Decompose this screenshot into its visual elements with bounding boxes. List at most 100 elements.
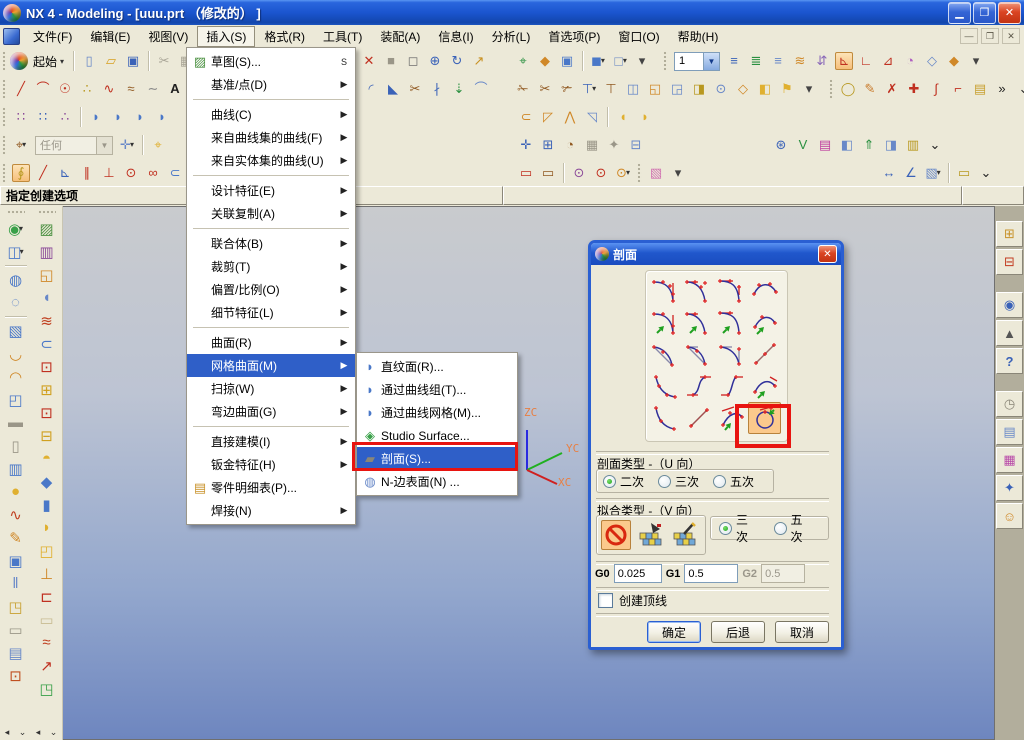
tangent-circle-icon[interactable]: ⊙ xyxy=(122,164,140,182)
lasso-icon[interactable]: ◯ xyxy=(839,80,857,98)
corner-sheet-icon[interactable]: ◰ xyxy=(36,540,58,561)
fit-tangents-button[interactable] xyxy=(669,520,699,550)
assembly-navigator-button[interactable]: ⊞ xyxy=(996,221,1023,247)
sphere-feature-icon[interactable]: ● xyxy=(5,481,27,502)
menu-item-3[interactable]: ◗ 通过曲线网格(M)... xyxy=(357,401,517,424)
polyline-icon[interactable]: ∼ xyxy=(144,80,162,98)
sheet-diamond-icon[interactable]: ◇ xyxy=(734,80,752,98)
wireframe-view-icon[interactable]: ◻ ▾ xyxy=(611,52,629,70)
dialog-titlebar[interactable]: 剖面 ✕ xyxy=(591,243,841,265)
revolve-surface-icon[interactable]: ⊂ xyxy=(517,108,535,126)
section-type-cell-fil2a[interactable] xyxy=(682,306,715,338)
offset-shell-1-icon[interactable]: ◖ xyxy=(614,108,632,126)
toolbar-grip[interactable] xyxy=(2,51,7,71)
trim-recoat-2-icon[interactable]: ✂ xyxy=(536,80,554,98)
menubar-item-8[interactable]: 信息(I) xyxy=(429,26,482,47)
sheet-corner-icon[interactable]: ◱ xyxy=(646,80,664,98)
section-type-cell-arctopa[interactable] xyxy=(715,402,748,434)
menubar-item-12[interactable]: 帮助(H) xyxy=(669,26,728,47)
g1-input[interactable] xyxy=(684,564,739,583)
customize-button[interactable]: ✦ xyxy=(996,475,1023,501)
menu-item-17[interactable]: 网格曲面(M) ▶ xyxy=(187,354,355,377)
expand-down-icon[interactable]: ⌄ xyxy=(1015,80,1024,98)
line-icon[interactable]: ╱ xyxy=(12,80,30,98)
face-shading-icon[interactable]: ◧ xyxy=(838,136,856,154)
tutorials-button[interactable]: ▲ xyxy=(996,320,1023,346)
datum-plane-icon[interactable]: ▥ xyxy=(36,241,58,262)
arrow-tool-icon[interactable]: ↗ xyxy=(36,655,58,676)
sheet-half-icon[interactable]: ◧ xyxy=(756,80,774,98)
menu-item-4[interactable]: 曲线(C) ▶ xyxy=(187,103,355,126)
ok-button[interactable]: 确定 xyxy=(647,621,701,643)
new-part-icon[interactable]: ▯ xyxy=(80,52,98,70)
pocket-feature-icon[interactable]: ◱ xyxy=(36,264,58,285)
menubar-item-4[interactable]: 插入(S) xyxy=(197,25,256,47)
bridge-curve-icon[interactable]: ⌒ xyxy=(472,80,490,98)
studio-spline-icon[interactable]: ≈ xyxy=(122,80,140,98)
create-apex-checkbox[interactable] xyxy=(598,593,613,608)
menu-item-4[interactable]: ◈ Studio Surface... xyxy=(357,424,517,447)
fit-type-option-2[interactable]: 五次 xyxy=(773,511,815,545)
toolbar-grip[interactable] xyxy=(2,107,7,127)
more-options-icon[interactable]: ▾ xyxy=(800,80,818,98)
menu-item-5[interactable]: 来自曲线集的曲线(F) ▶ xyxy=(187,126,355,149)
perpendicular-constraint-icon[interactable]: ⊥ xyxy=(100,164,118,182)
open-part-icon[interactable]: ▱ xyxy=(102,52,120,70)
menu-item-16[interactable]: 曲面(R) ▶ xyxy=(187,331,355,354)
divide-curve-icon[interactable]: ∤ xyxy=(428,80,446,98)
wireframe-sphere-icon[interactable]: ◌ xyxy=(5,292,27,313)
layer-visible-in-view-icon[interactable]: ≣ xyxy=(747,52,765,70)
menubar-item-9[interactable]: 分析(L) xyxy=(483,26,540,47)
display-mode-icon[interactable]: ◻ xyxy=(404,52,422,70)
face-pair-icon[interactable]: ◨ xyxy=(882,136,900,154)
section-type-cell-fil1a[interactable] xyxy=(649,306,682,338)
sketch-line-icon[interactable]: ╱ xyxy=(34,164,52,182)
hole-block-2-icon[interactable]: ⊡ xyxy=(36,402,58,423)
expand-toolbar-icon[interactable]: » xyxy=(993,80,1011,98)
wcs-dynamics-icon[interactable]: ⊾ xyxy=(835,52,853,70)
section-type-cell-fil3a[interactable] xyxy=(715,306,748,338)
curve-mesh-surface-icon[interactable]: ◗ xyxy=(131,108,149,126)
start-menu-button[interactable]: 起始 ▾ xyxy=(28,51,69,72)
section-type-cell-chd3[interactable] xyxy=(715,338,748,370)
tube-feature-icon[interactable]: ‖ xyxy=(5,573,27,594)
wrap-geometry-icon[interactable]: ⊙ xyxy=(712,80,730,98)
catalog-book-icon[interactable]: ▥ xyxy=(5,458,27,479)
menu-item-2[interactable]: 基准/点(D) ▶ xyxy=(187,73,355,96)
section-type-cell-fil3[interactable] xyxy=(715,274,748,306)
menu-item-6[interactable]: 来自实体集的曲线(U) ▶ xyxy=(187,149,355,172)
vda-check-icon[interactable]: V xyxy=(794,136,812,154)
reflection-up-icon[interactable]: ⇑ xyxy=(860,136,878,154)
mdi-minimize-button[interactable]: — xyxy=(960,28,978,44)
center-box-icon[interactable]: ⊞ xyxy=(539,136,557,154)
scroll-down-icon[interactable]: ⌄ xyxy=(19,727,27,738)
tool-gear-icon[interactable]: ✦ xyxy=(605,136,623,154)
layer-copy-icon[interactable]: ⇵ xyxy=(813,52,831,70)
pad-feature-icon[interactable]: ▬ xyxy=(5,412,27,433)
sweep-feature-icon[interactable]: ∿ xyxy=(5,504,27,525)
create-apex-row[interactable]: 创建顶线 xyxy=(598,592,667,609)
toolbar-grip[interactable] xyxy=(6,210,25,215)
orient-view-icon[interactable]: ⌖ xyxy=(514,52,532,70)
view-cube-icon[interactable]: ◆ xyxy=(536,52,554,70)
menu-item-13[interactable]: 偏置/比例(O) ▶ xyxy=(187,278,355,301)
menu-item-2[interactable]: ◗ 通过曲线组(T)... xyxy=(357,378,517,401)
menu-item-9[interactable]: 关联复制(A) ▶ xyxy=(187,202,355,225)
restore-button[interactable]: ❐ xyxy=(973,1,996,24)
measure-distance-icon[interactable]: ↔ xyxy=(880,164,898,182)
section-type-cell-sbar[interactable] xyxy=(682,370,715,402)
equal-box-icon[interactable]: ⊟ xyxy=(627,136,645,154)
zoom-icon[interactable]: ⊕ xyxy=(426,52,444,70)
sheet-block-icon[interactable]: ◰ xyxy=(5,389,27,410)
menu-item-23[interactable]: ▤ 零件明细表(P)... xyxy=(187,476,355,499)
measure-body-icon[interactable]: ▭ xyxy=(955,164,973,182)
dialog-close-button[interactable]: ✕ xyxy=(818,245,837,263)
chamfer-curve-icon[interactable]: ◣ xyxy=(384,80,402,98)
section-type-cell-linept[interactable] xyxy=(748,338,781,370)
menu-item-8[interactable]: 设计特征(E) ▶ xyxy=(187,179,355,202)
section-type-cell-quart[interactable] xyxy=(649,402,682,434)
more-options-icon[interactable]: ▾ xyxy=(669,164,687,182)
section-type-cell-chd1[interactable] xyxy=(649,338,682,370)
bend-sheet-2-icon[interactable]: ◠ xyxy=(5,366,27,387)
layer-settings-icon[interactable]: ≡ xyxy=(725,52,743,70)
